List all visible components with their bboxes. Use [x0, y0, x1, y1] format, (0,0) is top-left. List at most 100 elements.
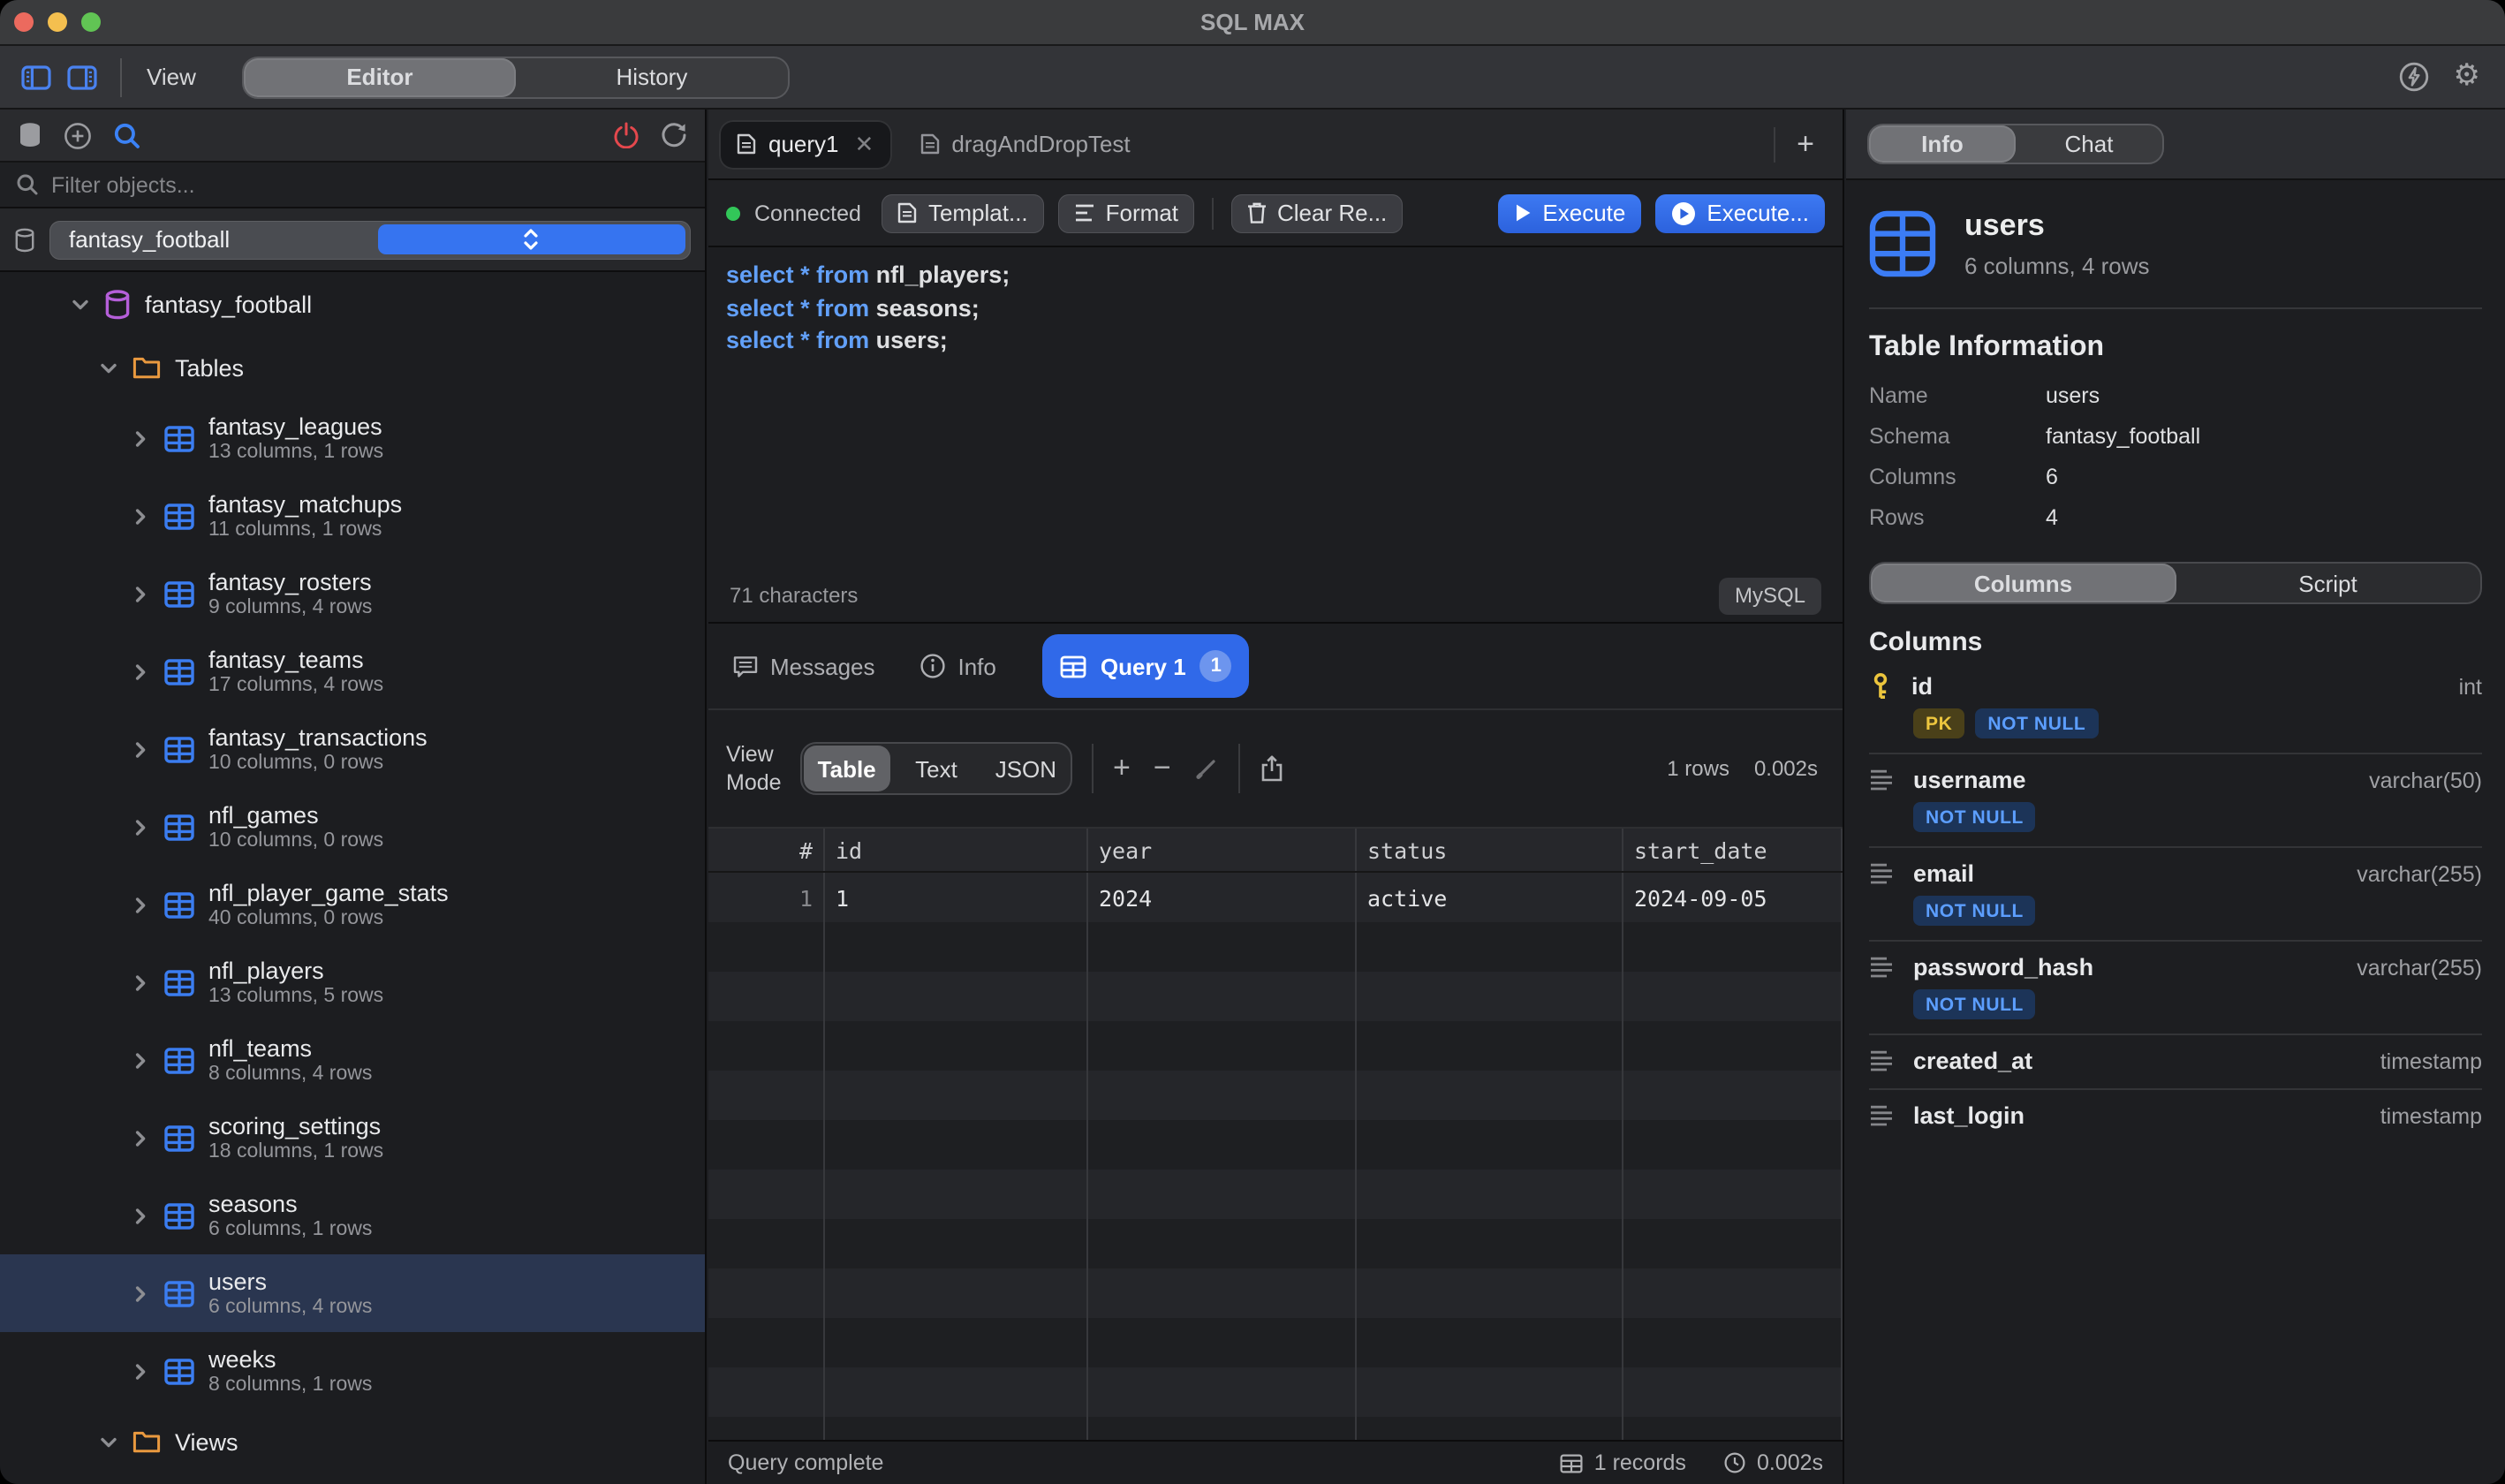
column-entry-username[interactable]: usernamevarchar(50)NOT NULL [1869, 754, 2482, 848]
table-row[interactable] [708, 1417, 1843, 1442]
grid-cell: 1 [825, 873, 1088, 922]
disconnect-power-icon[interactable] [613, 122, 639, 148]
settings-gear-icon[interactable]: ⚙ [2454, 62, 2481, 92]
tab-info[interactable]: Info [921, 653, 996, 679]
tree-item-fantasy_transactions[interactable]: fantasy_transactions10 columns, 0 rows [0, 710, 705, 788]
table-row[interactable] [708, 1071, 1843, 1120]
tree-item-nfl_teams[interactable]: nfl_teams8 columns, 4 rows [0, 1021, 705, 1099]
search-icon[interactable] [113, 121, 141, 149]
toolbar-divider [120, 57, 122, 96]
tree-item-weeks[interactable]: weeks8 columns, 1 rows [0, 1332, 705, 1410]
toolbar-divider [1212, 197, 1214, 229]
add-row-icon[interactable]: + [1113, 751, 1131, 786]
edit-pencil-icon[interactable] [1194, 756, 1219, 781]
refresh-icon[interactable] [661, 122, 687, 148]
tab-label: dragAndDropTest [951, 131, 1130, 157]
database-outline-icon [14, 227, 35, 252]
column-type: timestamp [2380, 1049, 2482, 1073]
database-icon[interactable] [18, 122, 42, 148]
tab-messages[interactable]: Messages [733, 653, 875, 679]
table-row[interactable]: 112024active2024-09-05 [708, 873, 1843, 922]
export-share-icon[interactable] [1260, 754, 1284, 783]
info-chat-segmented: Info Chat [1867, 124, 2164, 164]
column-entry-password_hash[interactable]: password_hashvarchar(255)NOT NULL [1869, 942, 2482, 1035]
column-entry-created_at[interactable]: created_attimestamp [1869, 1035, 2482, 1090]
dialect-badge[interactable]: MySQL [1719, 577, 1821, 614]
view-mode-json[interactable]: JSON [983, 746, 1069, 791]
info-field-schema: Schemafantasy_football [1846, 415, 2505, 456]
table-row[interactable] [708, 1170, 1843, 1219]
add-connection-icon[interactable] [64, 121, 92, 149]
close-tab-icon[interactable]: ✕ [855, 130, 874, 158]
tab-panel-chat[interactable]: Chat [2016, 125, 2162, 163]
quick-actions-icon[interactable] [2399, 62, 2429, 92]
code-token: from [816, 294, 869, 321]
tree-item-fantasy_rosters[interactable]: fantasy_rosters9 columns, 4 rows [0, 555, 705, 632]
tree-item-fantasy_teams[interactable]: fantasy_teams17 columns, 4 rows [0, 632, 705, 710]
tree-item-nfl_player_game_stats[interactable]: nfl_player_game_stats40 columns, 0 rows [0, 866, 705, 943]
sql-code-editor[interactable]: select * from nfl_players;select * from … [708, 247, 1843, 569]
tab-editor[interactable]: Editor [244, 57, 516, 96]
info-field-label: Columns [1869, 464, 2046, 488]
table-row[interactable] [708, 1120, 1843, 1170]
selected-object-block: users 6 columns, 4 rows [1846, 180, 2505, 279]
add-tab-button[interactable]: + [1797, 126, 1814, 162]
remove-row-icon[interactable]: − [1154, 751, 1171, 786]
table-row[interactable] [708, 1318, 1843, 1367]
tree-tables-folder-label: Tables [175, 354, 244, 381]
filter-objects-input[interactable]: Filter objects... [0, 163, 705, 208]
tab-history[interactable]: History [516, 57, 788, 96]
tree-item-fantasy_leagues[interactable]: fantasy_leagues13 columns, 1 rows [0, 399, 705, 477]
tree-item-scoring_settings[interactable]: scoring_settings18 columns, 1 rows [0, 1099, 705, 1177]
tree-item-nfl_games[interactable]: nfl_games10 columns, 0 rows [0, 788, 705, 866]
format-button[interactable]: Format [1058, 193, 1194, 232]
grid-cell [708, 1021, 825, 1071]
clear-results-button[interactable]: Clear Re... [1231, 193, 1403, 232]
clear-results-button-label: Clear Re... [1277, 200, 1387, 226]
table-row[interactable] [708, 1367, 1843, 1417]
tree-item-database[interactable]: fantasy_football [0, 272, 705, 336]
tree-item-seasons[interactable]: seasons6 columns, 1 rows [0, 1177, 705, 1254]
view-mode-table[interactable]: Table [804, 746, 889, 791]
tab-query1[interactable]: query1 ✕ [719, 119, 891, 169]
table-meta: 8 columns, 1 rows [208, 1374, 372, 1396]
results-status-bar: Query complete 1 records 0.002s [708, 1440, 1843, 1484]
table-row[interactable] [708, 1268, 1843, 1318]
table-row[interactable] [708, 1021, 1843, 1071]
tree-item-views-folder[interactable]: Views [0, 1410, 705, 1473]
table-name: nfl_player_game_stats [208, 880, 449, 906]
info-field-value: 4 [2046, 504, 2058, 529]
tab-columns[interactable]: Columns [1871, 564, 2176, 602]
table-row[interactable] [708, 972, 1843, 1021]
grid-cell [825, 1071, 1088, 1120]
column-entry-id[interactable]: idintPKNOT NULL [1869, 661, 2482, 754]
table-row[interactable] [708, 922, 1843, 972]
database-select[interactable]: fantasy_football [49, 220, 691, 259]
view-mode-text[interactable]: Text [893, 746, 979, 791]
tab-script[interactable]: Script [2176, 564, 2480, 602]
column-entry-email[interactable]: emailvarchar(255)NOT NULL [1869, 848, 2482, 942]
tab-query-1-results[interactable]: Query 1 1 [1042, 634, 1250, 698]
tree-item-nfl_players[interactable]: nfl_players13 columns, 5 rows [0, 943, 705, 1021]
table-icon [164, 814, 194, 840]
table-row[interactable] [708, 1219, 1843, 1268]
execute-button[interactable]: Execute [1498, 193, 1641, 232]
chevron-right-icon [131, 1128, 150, 1147]
tab-draganddroptest[interactable]: dragAndDropTest [902, 119, 1147, 169]
grid-cell [1357, 1268, 1623, 1318]
tab-panel-info[interactable]: Info [1869, 125, 2016, 163]
info-field-rows: Rows4 [1846, 496, 2505, 537]
templates-button[interactable]: Templat... [882, 193, 1044, 232]
chevron-right-icon [131, 662, 150, 681]
toggle-right-panel-icon[interactable] [67, 64, 97, 89]
tree-item-users[interactable]: users6 columns, 4 rows [0, 1254, 705, 1332]
tree-item-fantasy_matchups[interactable]: fantasy_matchups11 columns, 1 rows [0, 477, 705, 555]
toggle-left-panel-icon[interactable] [21, 64, 51, 89]
results-grid-body[interactable]: 112024active2024-09-05 [708, 873, 1843, 1442]
column-entry-last_login[interactable]: last_logintimestamp [1869, 1090, 2482, 1143]
select-stepper-icon [377, 224, 685, 254]
chevron-down-icon [99, 358, 118, 377]
execute-options-button[interactable]: Execute... [1655, 193, 1825, 232]
tree-item-tables-folder[interactable]: Tables [0, 336, 705, 399]
grid-cell: active [1357, 873, 1623, 922]
